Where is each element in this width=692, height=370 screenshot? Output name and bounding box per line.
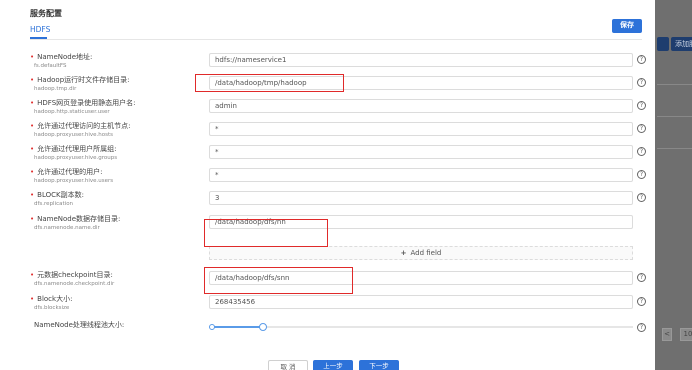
- highlight-box: [204, 219, 328, 247]
- add-field-button[interactable]: + Add field: [209, 246, 633, 260]
- field-label: • BLOCK副本数:: [30, 191, 84, 199]
- form-row-replication: • BLOCK副本数: dfs.replication 3 ?: [30, 190, 655, 212]
- question-circle-icon[interactable]: ?: [637, 78, 646, 87]
- field-label: • Hadoop运行时文件存储目录:: [30, 76, 130, 84]
- background-pager-size: 10: [680, 328, 692, 341]
- field-label: NameNode处理线程池大小:: [34, 321, 125, 329]
- background-pager-prev: <: [662, 328, 672, 341]
- proxy-hosts-input[interactable]: *: [209, 122, 633, 136]
- field-key: hadoop.http.staticuser.user: [34, 109, 110, 115]
- form-row-proxy-users: • 允许通过代理的用户: hadoop.proxyuser.hive.users …: [30, 167, 655, 189]
- field-key: dfs.replication: [34, 201, 74, 207]
- highlight-box: [204, 267, 353, 294]
- replication-input[interactable]: 3: [209, 191, 633, 205]
- required-marker: •: [30, 271, 35, 279]
- tab-hdfs[interactable]: HDFS: [30, 25, 50, 34]
- blocksize-input[interactable]: 268435456: [209, 295, 633, 309]
- required-marker: •: [30, 99, 35, 107]
- field-key: dfs.namenode.name.dir: [34, 225, 100, 231]
- question-circle-icon[interactable]: ?: [637, 55, 646, 64]
- background-divider: [657, 116, 692, 117]
- background-add-button: 添加服: [671, 37, 692, 51]
- plus-icon: +: [400, 249, 407, 257]
- question-circle-icon[interactable]: ?: [637, 273, 646, 282]
- required-marker: •: [30, 122, 35, 130]
- question-circle-icon[interactable]: ?: [637, 101, 646, 110]
- service-config-dialog: 服务配置 保存 HDFS • NameNode地址: fs.defaultFS h…: [0, 0, 655, 370]
- highlight-box: [195, 74, 344, 92]
- thread-pool-slider-start: [209, 324, 215, 330]
- field-key: dfs.blocksize: [34, 305, 70, 311]
- required-marker: •: [30, 145, 35, 153]
- question-circle-icon[interactable]: ?: [637, 147, 646, 156]
- question-circle-icon[interactable]: ?: [637, 193, 646, 202]
- question-circle-icon[interactable]: ?: [637, 124, 646, 133]
- static-user-input[interactable]: admin: [209, 99, 633, 113]
- thread-pool-slider-track[interactable]: [263, 326, 633, 328]
- background-divider: [657, 148, 692, 149]
- namenode-address-input[interactable]: hdfs://nameservice1: [209, 53, 633, 67]
- required-marker: •: [30, 191, 35, 199]
- save-button[interactable]: 保存: [612, 19, 642, 33]
- question-circle-icon[interactable]: ?: [637, 323, 646, 332]
- field-key: hadoop.proxyuser.hive.hosts: [34, 132, 114, 138]
- form-row-staticuser: • HDFS网页登录使用静态用户名: hadoop.http.staticuser…: [30, 98, 655, 120]
- required-marker: •: [30, 168, 35, 176]
- dialog-title: 服务配置: [30, 9, 62, 18]
- thread-pool-slider-handle[interactable]: [259, 323, 267, 331]
- question-circle-icon[interactable]: ?: [637, 170, 646, 179]
- required-marker: •: [30, 53, 35, 61]
- form-row-proxy-hosts: • 允许通过代理访问的主机节点: hadoop.proxyuser.hive.ho…: [30, 121, 655, 143]
- field-key: fs.defaultFS: [34, 63, 67, 69]
- question-circle-icon[interactable]: ?: [637, 297, 646, 306]
- form-row-fs-defaultfs: • NameNode地址: fs.defaultFS hdfs://nameser…: [30, 52, 655, 74]
- required-marker: •: [30, 76, 35, 84]
- form-row-namenode-name-dir: • NameNode数据存储目录: dfs.namenode.name.dir /…: [30, 214, 655, 236]
- field-key: dfs.namenode.checkpoint.dir: [34, 281, 115, 287]
- field-label: • 允许通过代理用户所属组:: [30, 145, 117, 153]
- cancel-button[interactable]: 取 消: [268, 360, 308, 370]
- watermark: CSDN @我情豪溢: [540, 347, 639, 361]
- required-marker: •: [30, 215, 35, 223]
- proxy-groups-input[interactable]: *: [209, 145, 633, 159]
- field-key: hadoop.proxyuser.hive.users: [34, 178, 114, 184]
- field-label: • NameNode地址:: [30, 53, 93, 61]
- proxy-users-input[interactable]: *: [209, 168, 633, 182]
- form-row-blocksize: • Block大小: dfs.blocksize 268435456 ?: [30, 294, 655, 316]
- field-label: • 允许通过代理访问的主机节点:: [30, 122, 131, 130]
- thread-pool-slider-fill: [211, 326, 263, 328]
- field-label: • HDFS网页登录使用静态用户名:: [30, 99, 136, 107]
- form-row-thread-pool: NameNode处理线程池大小: ?: [30, 320, 655, 342]
- field-key: hadoop.proxyuser.hive.groups: [34, 155, 118, 161]
- field-label: • 元数据checkpoint目录:: [30, 271, 113, 279]
- next-step-button[interactable]: 下一步: [359, 360, 399, 370]
- background-button: [657, 37, 669, 51]
- field-label: • Block大小:: [30, 295, 73, 303]
- background-page: [655, 0, 692, 370]
- field-label: • 允许通过代理的用户:: [30, 168, 103, 176]
- form-row-proxy-groups: • 允许通过代理用户所属组: hadoop.proxyuser.hive.grou…: [30, 144, 655, 166]
- previous-step-button[interactable]: 上一步: [313, 360, 353, 370]
- config-form: • NameNode地址: fs.defaultFS hdfs://nameser…: [30, 42, 655, 352]
- background-divider: [657, 84, 692, 85]
- tab-divider: [30, 39, 642, 40]
- field-label: • NameNode数据存储目录:: [30, 215, 121, 223]
- required-marker: •: [30, 295, 35, 303]
- field-key: hadoop.tmp.dir: [34, 86, 77, 92]
